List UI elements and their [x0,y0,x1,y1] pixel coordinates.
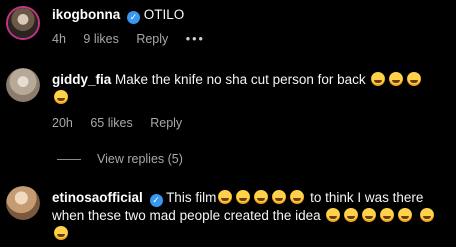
likes-count[interactable]: 65 likes [90,116,132,130]
comment-body: giddy_fia Make the knife no sha cut pers… [52,71,448,107]
view-replies-label[interactable]: View replies (5) [97,152,183,166]
laughing-emoji-icon [344,208,359,222]
timestamp: 20h [52,116,73,130]
comment-meta: 4h 9 likes Reply ••• [52,32,219,46]
likes-count[interactable]: 9 likes [83,32,118,46]
laughing-emoji-icon [326,208,341,222]
username[interactable]: etinosaofficial [52,190,143,205]
laughing-emoji-icon [380,208,395,222]
username[interactable]: ikogbonna [52,7,120,22]
comment-meta: 20h 65 likes Reply [52,116,196,130]
laughing-emoji-icon [420,208,435,222]
timestamp: 4h [52,32,66,46]
laughing-emoji-icon [254,190,269,204]
comment-body: etinosaofficial ✓ This film to think I w… [52,189,448,243]
comment-text: Make the knife no sha cut person for bac… [115,72,366,87]
comment-body: ikogbonna ✓ OTILO [52,6,448,24]
laughing-emoji-icon [290,190,305,204]
username[interactable]: giddy_fia [52,72,111,87]
view-replies-button[interactable]: View replies (5) [57,152,183,166]
avatar[interactable] [6,68,40,102]
laughing-emoji-icon [389,72,404,86]
avatar[interactable] [6,6,40,40]
laughing-emoji-icon [362,208,377,222]
reply-button[interactable]: Reply [136,32,168,46]
laughing-emoji-icon [54,90,68,104]
laughing-emoji-icon [218,190,233,204]
verified-badge-icon: ✓ [127,11,141,24]
laughing-emoji-icon [371,72,386,86]
laughing-emoji-icon [407,72,422,86]
comment-text-part1: This film [166,190,217,205]
avatar[interactable] [6,186,40,220]
comment-text: OTILO [143,7,185,22]
laughing-emoji-icon [272,190,287,204]
verified-badge-icon: ✓ [149,194,163,207]
laughing-emoji-icon [236,190,251,204]
laughing-emoji-icon [398,208,413,222]
laughing-emoji-icon [54,226,68,240]
more-options-icon[interactable]: ••• [186,32,205,46]
reply-button[interactable]: Reply [150,116,182,130]
divider [57,158,81,160]
